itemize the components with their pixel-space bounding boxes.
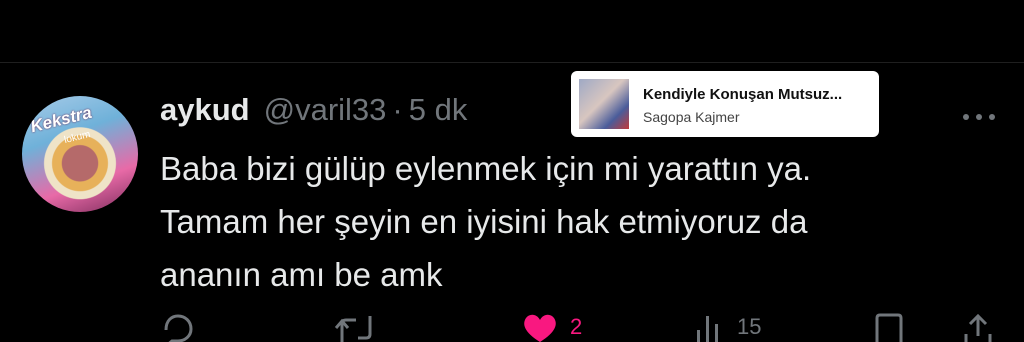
tweet-line: Tamam her şeyin en iyisini hak etmiyoruz… bbox=[160, 203, 808, 240]
share-icon bbox=[964, 313, 992, 342]
tweet-line: ananın amı be amk bbox=[160, 256, 443, 293]
music-card[interactable]: Kendiyle Konuşan Mutsuz... Sagopa Kajmer bbox=[571, 71, 879, 137]
like-count: 2 bbox=[570, 314, 583, 339]
heart-icon bbox=[524, 314, 556, 342]
reply-icon bbox=[164, 314, 193, 342]
user-handle[interactable]: @varil33 bbox=[264, 92, 387, 128]
song-title: Kendiyle Konuşan Mutsuz... bbox=[643, 86, 843, 103]
timestamp[interactable]: 5 dk bbox=[409, 92, 468, 128]
views-button[interactable]: 15 bbox=[695, 312, 761, 342]
display-name[interactable]: aykud bbox=[160, 92, 250, 128]
avatar[interactable]: Kekstra lokum bbox=[22, 96, 138, 212]
like-button[interactable]: 2 bbox=[520, 312, 582, 342]
retweet-icon bbox=[334, 316, 372, 342]
views-count: 15 bbox=[737, 314, 762, 339]
bookmark-icon bbox=[875, 313, 903, 342]
album-art bbox=[579, 79, 629, 129]
tweet-text: Baba bizi gülüp eylenmek için mi yarattı… bbox=[160, 142, 980, 301]
views-icon bbox=[697, 316, 718, 342]
action-bar: 2 15 bbox=[0, 312, 1024, 342]
tweet-line: Baba bizi gülüp eylenmek için mi yarattı… bbox=[160, 150, 812, 187]
avatar-sub-text: lokum bbox=[63, 128, 92, 147]
retweet-button[interactable] bbox=[334, 312, 378, 342]
top-divider bbox=[0, 62, 1024, 63]
share-button[interactable] bbox=[960, 312, 996, 342]
tweet-header: aykud @varil33 · 5 dk bbox=[160, 92, 467, 132]
song-artist: Sagopa Kajmer bbox=[643, 109, 740, 125]
reply-button[interactable] bbox=[160, 312, 196, 342]
more-icon[interactable] bbox=[961, 102, 997, 128]
bookmark-button[interactable] bbox=[872, 312, 906, 342]
separator-dot: · bbox=[392, 92, 403, 127]
